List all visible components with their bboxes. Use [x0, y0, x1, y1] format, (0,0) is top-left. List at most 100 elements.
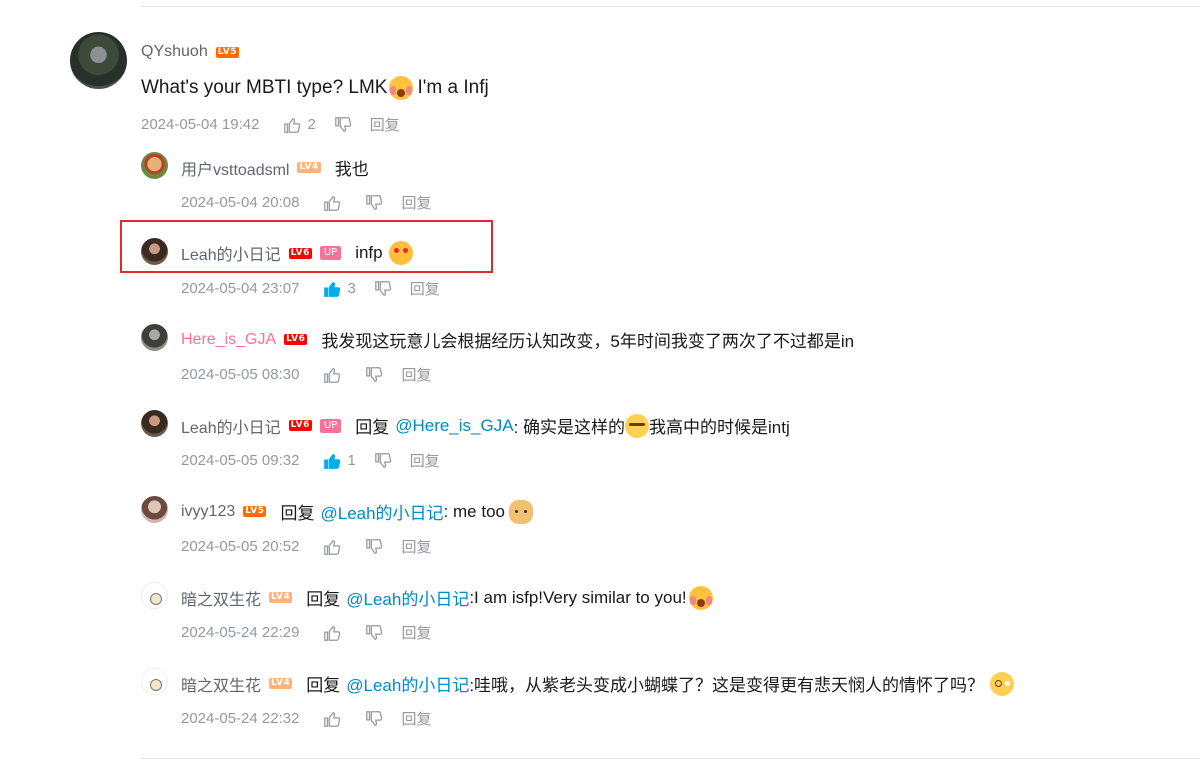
reply-meta: 2024-05-04 20:08 回复 [181, 192, 431, 213]
like-button[interactable]: 3 [323, 280, 356, 298]
reply-line: Leah的小日记 LV6 UP infp [181, 241, 413, 265]
like-button[interactable] [323, 194, 347, 212]
mention-link[interactable]: @Leah的小日记 [346, 585, 469, 610]
reply-meta: 2024-05-04 23:07 3 回复 [181, 278, 440, 299]
like-button[interactable] [323, 710, 347, 728]
reply-text: 我也 [334, 160, 369, 179]
avatar[interactable] [141, 152, 168, 179]
dislike-button[interactable] [334, 116, 352, 134]
reply-button[interactable]: 回复 [401, 536, 431, 557]
reply-text-body: : me too [443, 501, 505, 521]
thumbs-down-icon [366, 710, 383, 726]
reply-time: 2024-05-04 20:08 [181, 194, 300, 211]
reply-button[interactable]: 回复 [401, 622, 431, 643]
reply-text-body: infp [355, 243, 383, 262]
reply-line: ivyy123 LV5 回复 @Leah的小日记 : me too [181, 499, 533, 524]
reply-item: 暗之双生花 LV4 回复 @Leah的小日记 :哇哦，从紫老头变成小蝴蝶了？这是… [141, 668, 1181, 748]
reply-button[interactable]: 回复 [370, 114, 400, 135]
reply-meta: 2024-05-05 08:30 回复 [181, 364, 431, 385]
reply-meta: 2024-05-05 20:52 回复 [181, 536, 431, 557]
level-badge: LV5 [215, 46, 239, 58]
reply-text: infp [355, 241, 413, 265]
reply-button[interactable]: 回复 [401, 192, 431, 213]
username[interactable]: Leah的小日记 [181, 241, 281, 265]
reply-item: ivyy123 LV5 回复 @Leah的小日记 : me too 2024-0… [141, 496, 1181, 576]
shocked-face-emoji [389, 76, 414, 100]
username[interactable]: Leah的小日记 [181, 414, 281, 438]
avatar[interactable] [70, 32, 127, 89]
reply-word: 回复 [306, 590, 341, 609]
dislike-button[interactable] [365, 366, 383, 384]
top-divider [141, 6, 1200, 7]
reply-button[interactable]: 回复 [401, 364, 431, 385]
like-button[interactable]: 2 [283, 116, 316, 134]
level-badge: LV5 [243, 506, 267, 517]
username[interactable]: ivyy123 [181, 503, 235, 521]
reply-line: Here_is_GJA LV6 我发现这玩意儿会根据经历认知改变，5年时间我变了… [181, 327, 854, 352]
username[interactable]: QYshuoh [141, 43, 208, 61]
reply-text-body: :哇哦，从紫老头变成小蝴蝶了？这是变得更有悲天悯人的情怀了吗？ [469, 676, 985, 695]
reply-word: 回复 [355, 418, 390, 437]
up-badge: UP [319, 246, 342, 260]
reply-text-body: : 确实是这样的 [513, 418, 626, 437]
avatar[interactable] [141, 238, 168, 265]
thumbs-down-icon [366, 366, 383, 382]
username[interactable]: 暗之双生花 [181, 672, 261, 696]
dislike-button[interactable] [374, 452, 392, 470]
like-button[interactable] [323, 624, 347, 642]
username[interactable]: Here_is_GJA [181, 331, 276, 349]
doge-emoji [508, 499, 533, 524]
reply-button[interactable]: 回复 [401, 708, 431, 729]
like-button[interactable] [323, 366, 347, 384]
reply-text: 我发现这玩意儿会根据经历认知改变，5年时间我变了两次了不过都是in [321, 332, 855, 351]
like-button[interactable]: 1 [323, 452, 356, 470]
thumbs-down-icon [366, 194, 383, 210]
dislike-button[interactable] [365, 710, 383, 728]
mention-link[interactable]: @Leah的小日记 [346, 671, 469, 696]
avatar[interactable] [141, 496, 168, 523]
dislike-button[interactable] [365, 538, 383, 556]
thumbs-down-icon [366, 624, 383, 640]
mention-link[interactable]: @Leah的小日记 [320, 499, 443, 524]
thumbs-up-icon [324, 539, 341, 555]
reply-button[interactable]: 回复 [410, 278, 440, 299]
reply-text: 回复 @Leah的小日记 :哇哦，从紫老头变成小蝴蝶了？这是变得更有悲天悯人的情… [306, 671, 1015, 696]
reply-button[interactable]: 回复 [410, 450, 440, 471]
thumbs-up-icon [324, 281, 341, 297]
reply-item: Leah的小日记 LV6 UP 回复 @Here_is_GJA : 确实是这样的… [141, 410, 1181, 490]
avatar[interactable] [141, 582, 168, 609]
avatar[interactable] [141, 324, 168, 351]
reply-time: 2024-05-05 09:32 [181, 452, 300, 469]
reply-text-body: :I am isfp!Very similar to you! [469, 587, 687, 607]
level-badge: LV6 [288, 420, 312, 431]
love-face-emoji [388, 241, 413, 265]
thumbs-down-icon [374, 280, 391, 296]
reply-text: 回复 @Here_is_GJA : 确实是这样的 我高中的时候是intj [355, 413, 790, 438]
reply-meta: 2024-05-05 09:32 1 回复 [181, 450, 440, 471]
thumbs-up-icon [324, 453, 341, 469]
reply-meta: 2024-05-24 22:32 回复 [181, 708, 431, 729]
username[interactable]: 暗之双生花 [181, 586, 261, 610]
thumbs-up-icon [324, 367, 341, 383]
reply-line: 暗之双生花 LV4 回复 @Leah的小日记 :哇哦，从紫老头变成小蝴蝶了？这是… [181, 671, 1015, 696]
username[interactable]: 用户vsttoadsml [181, 156, 289, 180]
thumbs-down-icon [374, 452, 391, 468]
reply-time: 2024-05-24 22:32 [181, 710, 300, 727]
reply-item: 暗之双生花 LV4 回复 @Leah的小日记 :I am isfp!Very s… [141, 582, 1181, 662]
bottom-divider [141, 758, 1200, 759]
comment-header: QYshuoh LV5 [141, 43, 239, 61]
dislike-button[interactable] [365, 624, 383, 642]
reply-time: 2024-05-04 23:07 [181, 280, 300, 297]
reply-line: 暗之双生花 LV4 回复 @Leah的小日记 :I am isfp!Very s… [181, 585, 717, 610]
avatar[interactable] [141, 410, 168, 437]
reply-line: Leah的小日记 LV6 UP 回复 @Here_is_GJA : 确实是这样的… [181, 413, 790, 438]
level-badge: LV4 [297, 162, 321, 173]
up-badge: UP [319, 418, 342, 433]
level-badge: LV4 [269, 592, 293, 603]
like-button[interactable] [323, 538, 347, 556]
dislike-button[interactable] [374, 280, 392, 298]
tearful-laugh-emoji [625, 413, 650, 438]
mention-link[interactable]: @Here_is_GJA [395, 416, 513, 436]
avatar[interactable] [141, 668, 168, 695]
dislike-button[interactable] [365, 194, 383, 212]
